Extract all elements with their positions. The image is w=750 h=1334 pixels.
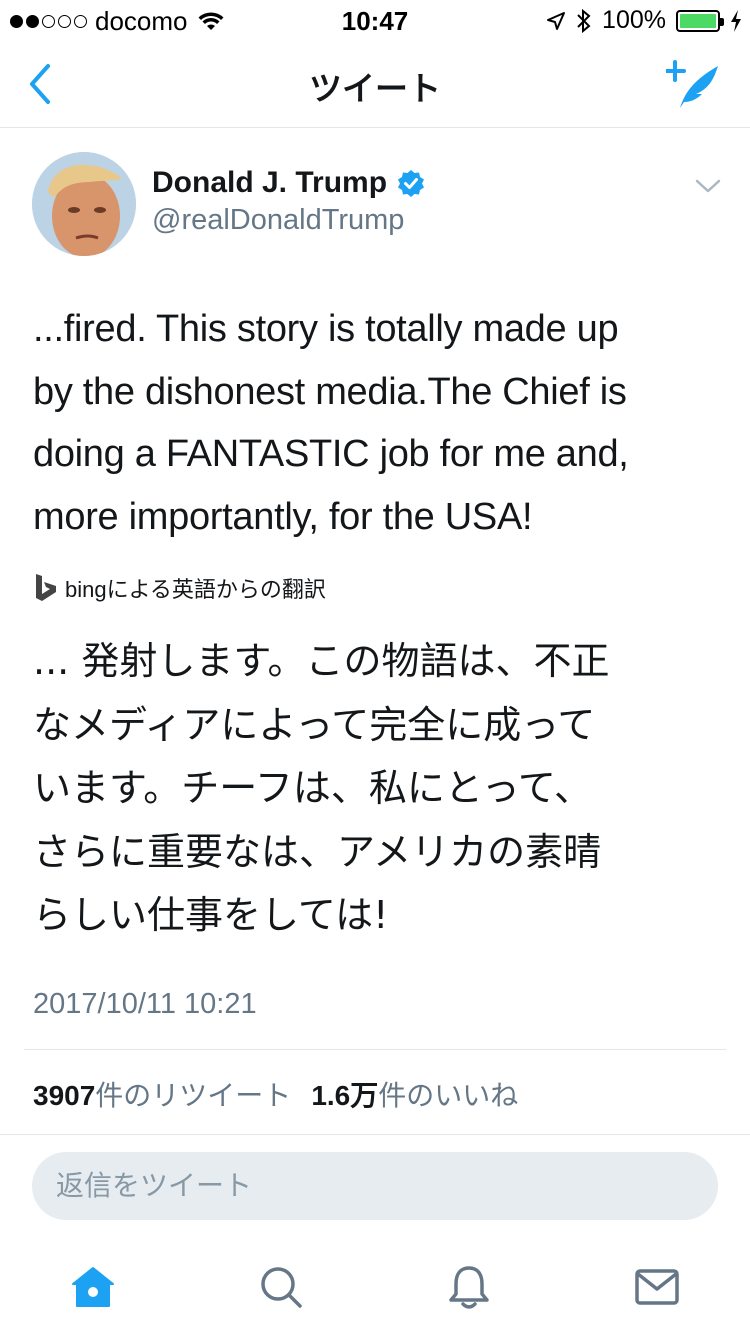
tab-notifications[interactable]: [444, 1262, 494, 1312]
translated-text-line: います。チーフは、私にとって、: [33, 766, 592, 810]
battery-icon: [676, 9, 724, 32]
like-count: 1.6万: [311, 1080, 379, 1111]
divider: [0, 1134, 750, 1135]
tweet-options-button[interactable]: [694, 172, 722, 200]
tab-search[interactable]: [256, 1262, 306, 1312]
translated-text-line: ... 発射します。この物語は、不正: [33, 639, 610, 683]
avatar[interactable]: [32, 152, 136, 256]
translation-label: bingによる英語からの翻訳: [65, 577, 326, 602]
search-icon: [261, 1267, 302, 1308]
tweet-stats: 3907件のリツイート 1.6万件のいいね: [33, 1074, 518, 1114]
page-title: ツイート: [309, 70, 441, 107]
nav-bar: ツイート: [0, 40, 750, 128]
compose-tweet-icon: [664, 60, 718, 108]
translated-text-line: なメディアによって完全に成って: [33, 702, 596, 747]
avatar-image: [32, 152, 136, 256]
tab-home[interactable]: [68, 1262, 118, 1312]
compose-tweet-button[interactable]: [664, 58, 722, 112]
charging-bolt-icon: [731, 9, 741, 32]
tweet-text-line: by the dishonest media.The Chief is: [33, 370, 627, 413]
bing-logo-icon: [36, 574, 56, 601]
translated-text: ... 発射します。この物語は、不正 なメディアによって完全に成って います。チ…: [33, 630, 723, 948]
status-right: 100%: [546, 6, 742, 35]
author-name[interactable]: Donald J. Trump: [152, 166, 425, 200]
tweet-text: ...fired. This story is totally made up …: [33, 298, 723, 548]
battery-fill: [680, 13, 716, 28]
tab-messages[interactable]: [632, 1262, 682, 1312]
translation-attribution[interactable]: bingによる英語からの翻訳: [33, 572, 326, 604]
author-handle[interactable]: @realDonaldTrump: [152, 204, 404, 237]
translated-text-line: さらに重要なは、アメリカの素晴: [33, 829, 602, 874]
battery-percent: 100%: [602, 6, 666, 34]
retweet-stat[interactable]: 3907件のリツイート: [33, 1074, 291, 1114]
reply-input[interactable]: 返信をツイート: [32, 1152, 718, 1220]
tweet-text-line: more importantly, for the USA!: [33, 495, 533, 538]
divider: [24, 1049, 726, 1050]
author-name-text: Donald J. Trump: [152, 166, 388, 199]
chevron-down-icon: [695, 179, 721, 193]
tweet-text-line: doing a FANTASTIC job for me and,: [33, 433, 629, 475]
location-arrow-icon: [547, 11, 566, 30]
retweet-count: 3907: [33, 1080, 96, 1111]
like-label: 件のいいね: [378, 1080, 519, 1111]
home-icon: [72, 1267, 114, 1307]
tweet-text-line: ...fired. This story is totally made up: [33, 308, 619, 350]
status-bar: docomo 10:47 100%: [0, 0, 750, 40]
tab-bar: [0, 1240, 750, 1334]
tweet-timestamp: 2017/10/11 10:21: [33, 988, 257, 1020]
like-stat[interactable]: 1.6万件のいいね: [311, 1074, 518, 1114]
bluetooth-icon: [577, 8, 591, 33]
translated-text-line: らしい仕事をしては!: [33, 893, 389, 937]
retweet-label: 件のリツイート: [95, 1080, 292, 1111]
notifications-icon: [449, 1266, 489, 1309]
messages-icon: [635, 1269, 679, 1305]
verified-badge-icon: [398, 170, 425, 197]
